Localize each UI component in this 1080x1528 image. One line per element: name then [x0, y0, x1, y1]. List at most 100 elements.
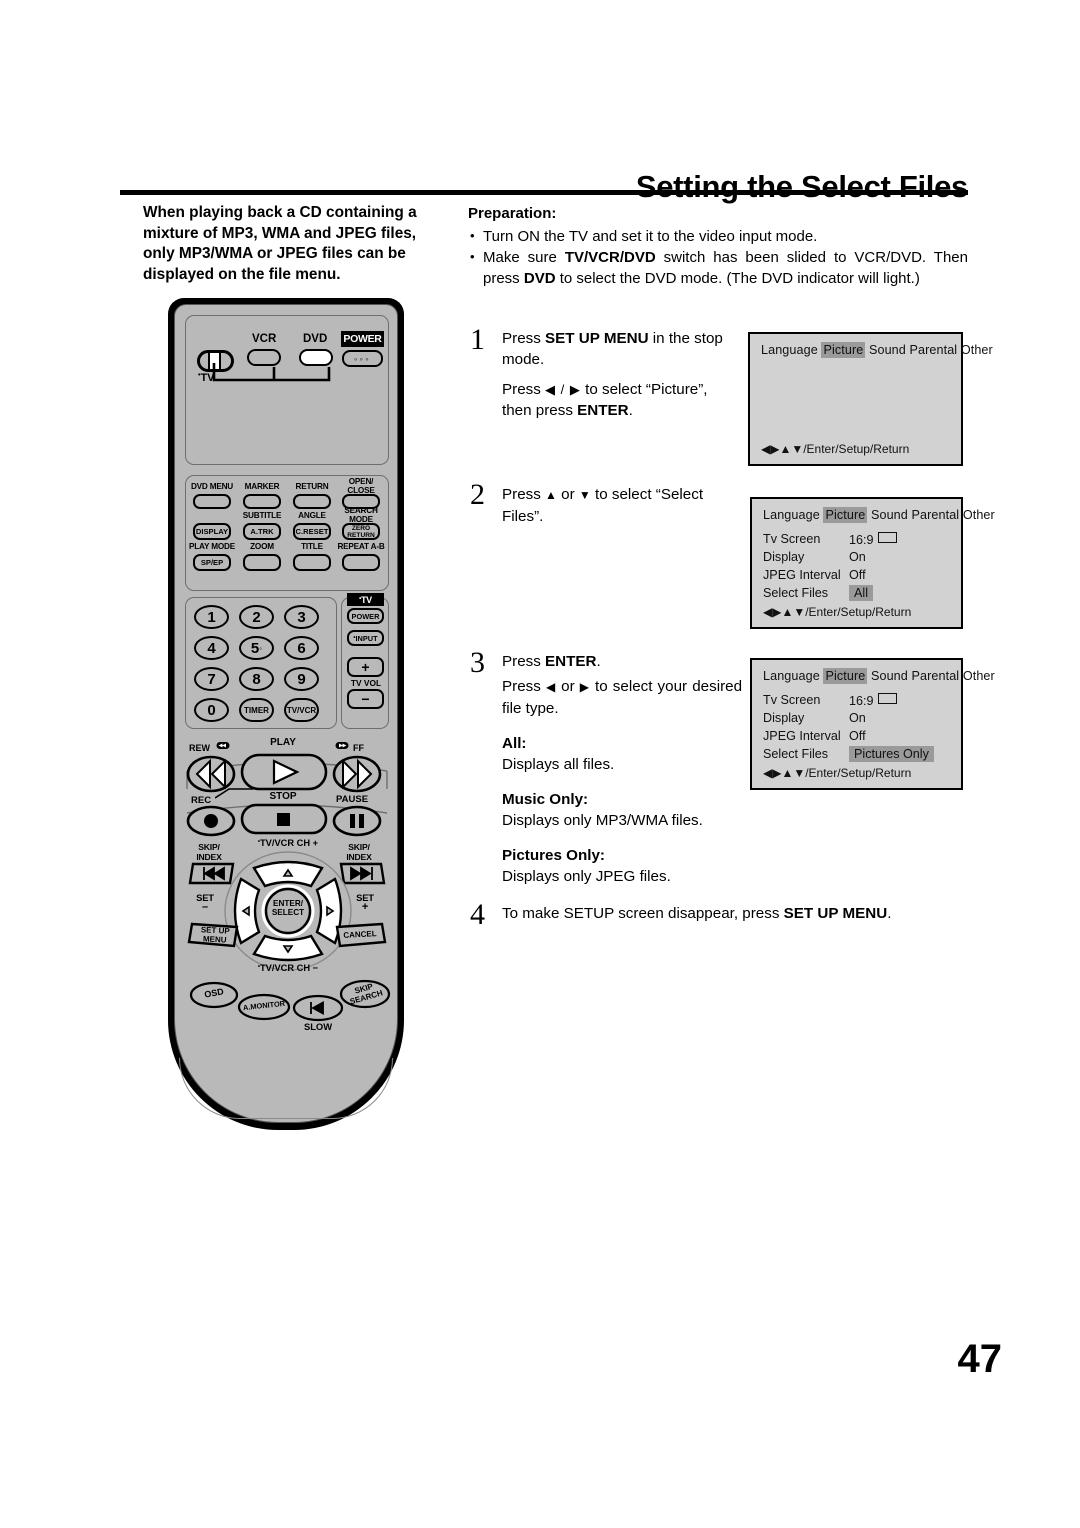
c-reset-button[interactable]: C.RESET — [293, 523, 331, 540]
zoom-button[interactable] — [243, 554, 281, 571]
key-8-button[interactable]: 8 — [239, 667, 274, 691]
remote-control-diagram: •TV VCR DVD POWER ◦◦◦ DVD MENU MARKER RE… — [168, 298, 404, 1130]
key-5-button[interactable]: 5 ◦ — [239, 636, 274, 660]
dvd-menu-button[interactable] — [193, 494, 231, 509]
osd-row[interactable]: Display On — [763, 548, 897, 566]
tv-power-button[interactable]: POWER — [347, 608, 384, 624]
option-label-pictures: Pictures Only: — [502, 847, 605, 864]
key-7-button[interactable]: 7 — [194, 667, 229, 691]
osd-tab-language[interactable]: Language — [763, 669, 820, 683]
osd-tab-parental[interactable]: Parental — [910, 343, 958, 357]
option-label-music: Music Only: — [502, 791, 589, 808]
osd-tab-picture[interactable]: Picture — [823, 507, 868, 523]
timer-button[interactable]: TIMER — [239, 698, 274, 722]
osd-screen-1: Language Picture Sound Parental Other ◀▶… — [748, 332, 993, 466]
osd-tab-sound[interactable]: Sound — [869, 343, 906, 357]
tv-screen-icon — [877, 692, 897, 704]
osd-row-label: Display — [763, 550, 805, 564]
osd-row-label: Display — [763, 711, 805, 725]
step-2-number: 2 — [470, 478, 485, 511]
osd-row[interactable]: Tv Screen 16:9 — [763, 530, 897, 548]
tv-vcr-ch-down-label: •TV/VCR CH − — [257, 963, 319, 973]
sp-ep-button[interactable]: SP/EP — [193, 554, 231, 571]
rec-button[interactable] — [186, 805, 236, 837]
tv-input-button[interactable]: • INPUT — [347, 630, 384, 646]
osd-row-value: On — [849, 711, 866, 725]
key-2-button[interactable]: 2 — [239, 605, 274, 629]
osd-rows: Tv Screen 16:9 Display On JPEG Interval … — [763, 530, 897, 602]
play-label: PLAY — [270, 737, 296, 748]
play-mode-label: PLAY MODE — [189, 542, 235, 551]
osd-row-value: On — [849, 550, 866, 564]
tv-volume-down-button[interactable]: − — [347, 689, 384, 709]
return-label: RETURN — [295, 482, 329, 491]
step-1-text: Press SET UP MENU in the stop mode. Pres… — [502, 330, 723, 419]
tv-volume-up-button[interactable]: + — [347, 657, 384, 677]
key-1-button[interactable]: 1 — [194, 605, 229, 629]
left-arrow-icon: ◀ — [545, 680, 557, 694]
power-button[interactable]: ◦◦◦ — [342, 350, 383, 367]
subtitle-label: SUBTITLE — [242, 511, 282, 520]
tv-screen-icon — [877, 531, 897, 543]
osd-tab-parental[interactable]: Parental — [912, 669, 960, 683]
display-button[interactable]: DISPLAY — [193, 523, 231, 540]
osd-row[interactable]: JPEG Interval Off — [763, 727, 934, 745]
key-3-button[interactable]: 3 — [284, 605, 319, 629]
osd-tab-picture[interactable]: Picture — [821, 342, 866, 358]
play-button[interactable] — [240, 753, 328, 791]
osd-rows: Tv Screen 16:9 Display On JPEG Interval … — [763, 691, 934, 763]
tv-side-label: •TV — [347, 593, 384, 606]
key-4-button[interactable]: 4 — [194, 636, 229, 660]
step-1-key: SET UP MENU — [545, 330, 649, 347]
open-close-label: OPEN/CLOSE — [347, 477, 375, 495]
preparation-list: Turn ON the TV and set it to the video i… — [468, 226, 968, 290]
remote-body: •TV VCR DVD POWER ◦◦◦ DVD MENU MARKER RE… — [174, 304, 398, 1123]
step-3-key: ENTER — [545, 653, 597, 670]
option-desc-music: Displays only MP3/WMA files. — [502, 812, 703, 829]
osd-tab-picture[interactable]: Picture — [823, 668, 868, 684]
search-mode-label: SEARCH MODE — [344, 506, 378, 524]
ff-button[interactable] — [332, 755, 382, 793]
dvd-button[interactable] — [299, 349, 333, 366]
key-6-button[interactable]: 6 — [284, 636, 319, 660]
a-trk-button[interactable]: A.TRK — [243, 523, 281, 540]
osd-tab-row: Language Picture Sound Parental Other — [763, 668, 995, 684]
osd-tab-other[interactable]: Other — [963, 508, 995, 522]
marker-label: MARKER — [244, 482, 280, 491]
vcr-button[interactable] — [247, 349, 281, 366]
pause-button[interactable] — [332, 805, 382, 837]
osd-row-value: Off — [849, 568, 866, 582]
option-desc-all: Displays all files. — [502, 756, 615, 773]
osd-row[interactable]: Select Files All — [763, 584, 897, 602]
power-label: POWER — [341, 331, 384, 347]
osd-tab-sound[interactable]: Sound — [871, 669, 908, 683]
slow-button[interactable] — [292, 994, 344, 1022]
stop-button[interactable] — [240, 803, 328, 835]
osd-row-value: Pictures Only — [849, 746, 934, 762]
repeat-ab-button[interactable] — [342, 554, 380, 571]
osd-row[interactable]: JPEG Interval Off — [763, 566, 897, 584]
osd-tab-other[interactable]: Other — [963, 669, 995, 683]
key-9-button[interactable]: 9 — [284, 667, 319, 691]
osd-tab-sound[interactable]: Sound — [871, 508, 908, 522]
marker-button[interactable] — [243, 494, 281, 509]
osd-row[interactable]: Select Files Pictures Only — [763, 745, 934, 763]
return-button[interactable] — [293, 494, 331, 509]
osd-tab-parental[interactable]: Parental — [912, 508, 960, 522]
vcr-label: VCR — [252, 333, 277, 345]
osd-tab-other[interactable]: Other — [961, 343, 993, 357]
key-0-button[interactable]: 0 — [194, 698, 229, 722]
osd-row[interactable]: Display On — [763, 709, 934, 727]
osd-row[interactable]: Tv Screen 16:9 — [763, 691, 934, 709]
title-button[interactable] — [293, 554, 331, 571]
enter-select-button-label[interactable]: ENTER/SELECT — [268, 899, 308, 917]
osd-tab-language[interactable]: Language — [763, 508, 820, 522]
zero-return-button[interactable]: ZERO RETURN — [342, 523, 380, 540]
osd-tab-row: Language Picture Sound Parental Other — [761, 342, 993, 358]
osd-tab-language[interactable]: Language — [761, 343, 818, 357]
tv-vcr-button[interactable]: TV/VCR — [284, 698, 319, 722]
left-right-arrow-icon: ◀ / ▶ — [545, 382, 581, 397]
osd-row-label: JPEG Interval — [763, 568, 841, 582]
osd-row-label: Tv Screen — [763, 693, 821, 707]
set-minus-label: SET – — [196, 892, 214, 913]
